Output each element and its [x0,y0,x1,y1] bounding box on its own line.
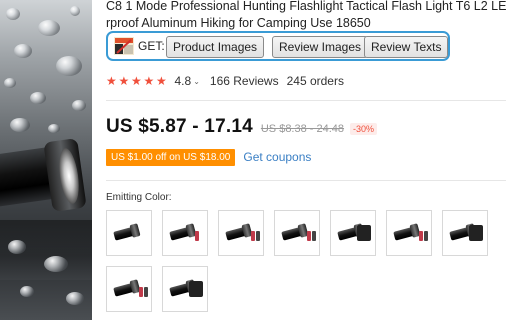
emitting-color-options [106,210,512,320]
orders-count: 245 orders [286,74,344,88]
divider [106,100,506,101]
color-option[interactable] [442,210,488,256]
star-rating: ★ ★ ★ ★ ★ [106,73,169,89]
review-texts-button[interactable]: Review Texts [364,36,449,58]
product-images-button[interactable]: Product Images [166,36,265,58]
product-main-image[interactable] [0,0,92,320]
original-price: US $8.38 - 24.48 [260,123,345,135]
color-option[interactable] [106,266,152,312]
color-option[interactable] [162,210,208,256]
coupon-row: US $1.00 off on US $18.00 Get coupons [106,148,311,166]
get-extension-logo-icon [114,37,134,55]
star-icon: ★ [131,74,142,88]
rating-value[interactable]: 4.8 [175,74,192,88]
price-row: US $5.87 - 17.14 US $8.38 - 24.48 -30% [106,116,378,142]
color-option[interactable] [386,210,432,256]
color-option[interactable] [218,210,264,256]
coupon-tag[interactable]: US $1.00 off on US $18.00 [106,148,236,166]
product-title-line-1: C8 1 Mode Professional Hunting Flashligh… [106,0,506,13]
product-title-line-2: rproof Aluminum Hiking for Camping Use 1… [106,16,371,30]
get-coupons-link[interactable]: Get coupons [243,150,311,164]
get-label: GET: [138,39,165,53]
emitting-color-label: Emitting Color: [106,192,172,203]
rating-row: ★ ★ ★ ★ ★ 4.8 ⌄ 166 Reviews 245 orders [106,72,344,90]
divider [106,180,506,181]
discount-badge: -30% [350,123,378,135]
current-price: US $5.87 - 17.14 [106,116,253,137]
star-icon: ★ [143,74,155,88]
color-option[interactable] [162,266,208,312]
product-title: C8 1 Mode Professional Hunting Flashligh… [106,0,506,32]
review-images-button[interactable]: Review Images [272,36,369,58]
star-icon: ★ [156,74,167,88]
color-option[interactable] [330,210,376,256]
color-option[interactable] [106,210,152,256]
reviews-count-link[interactable]: 166 Reviews [210,74,279,88]
color-option[interactable] [274,210,320,256]
star-icon: ★ [118,74,130,88]
chevron-down-icon[interactable]: ⌄ [193,77,200,86]
star-icon: ★ [106,74,117,88]
get-toolbar: GET: Product Images Review Images Review… [106,31,450,61]
